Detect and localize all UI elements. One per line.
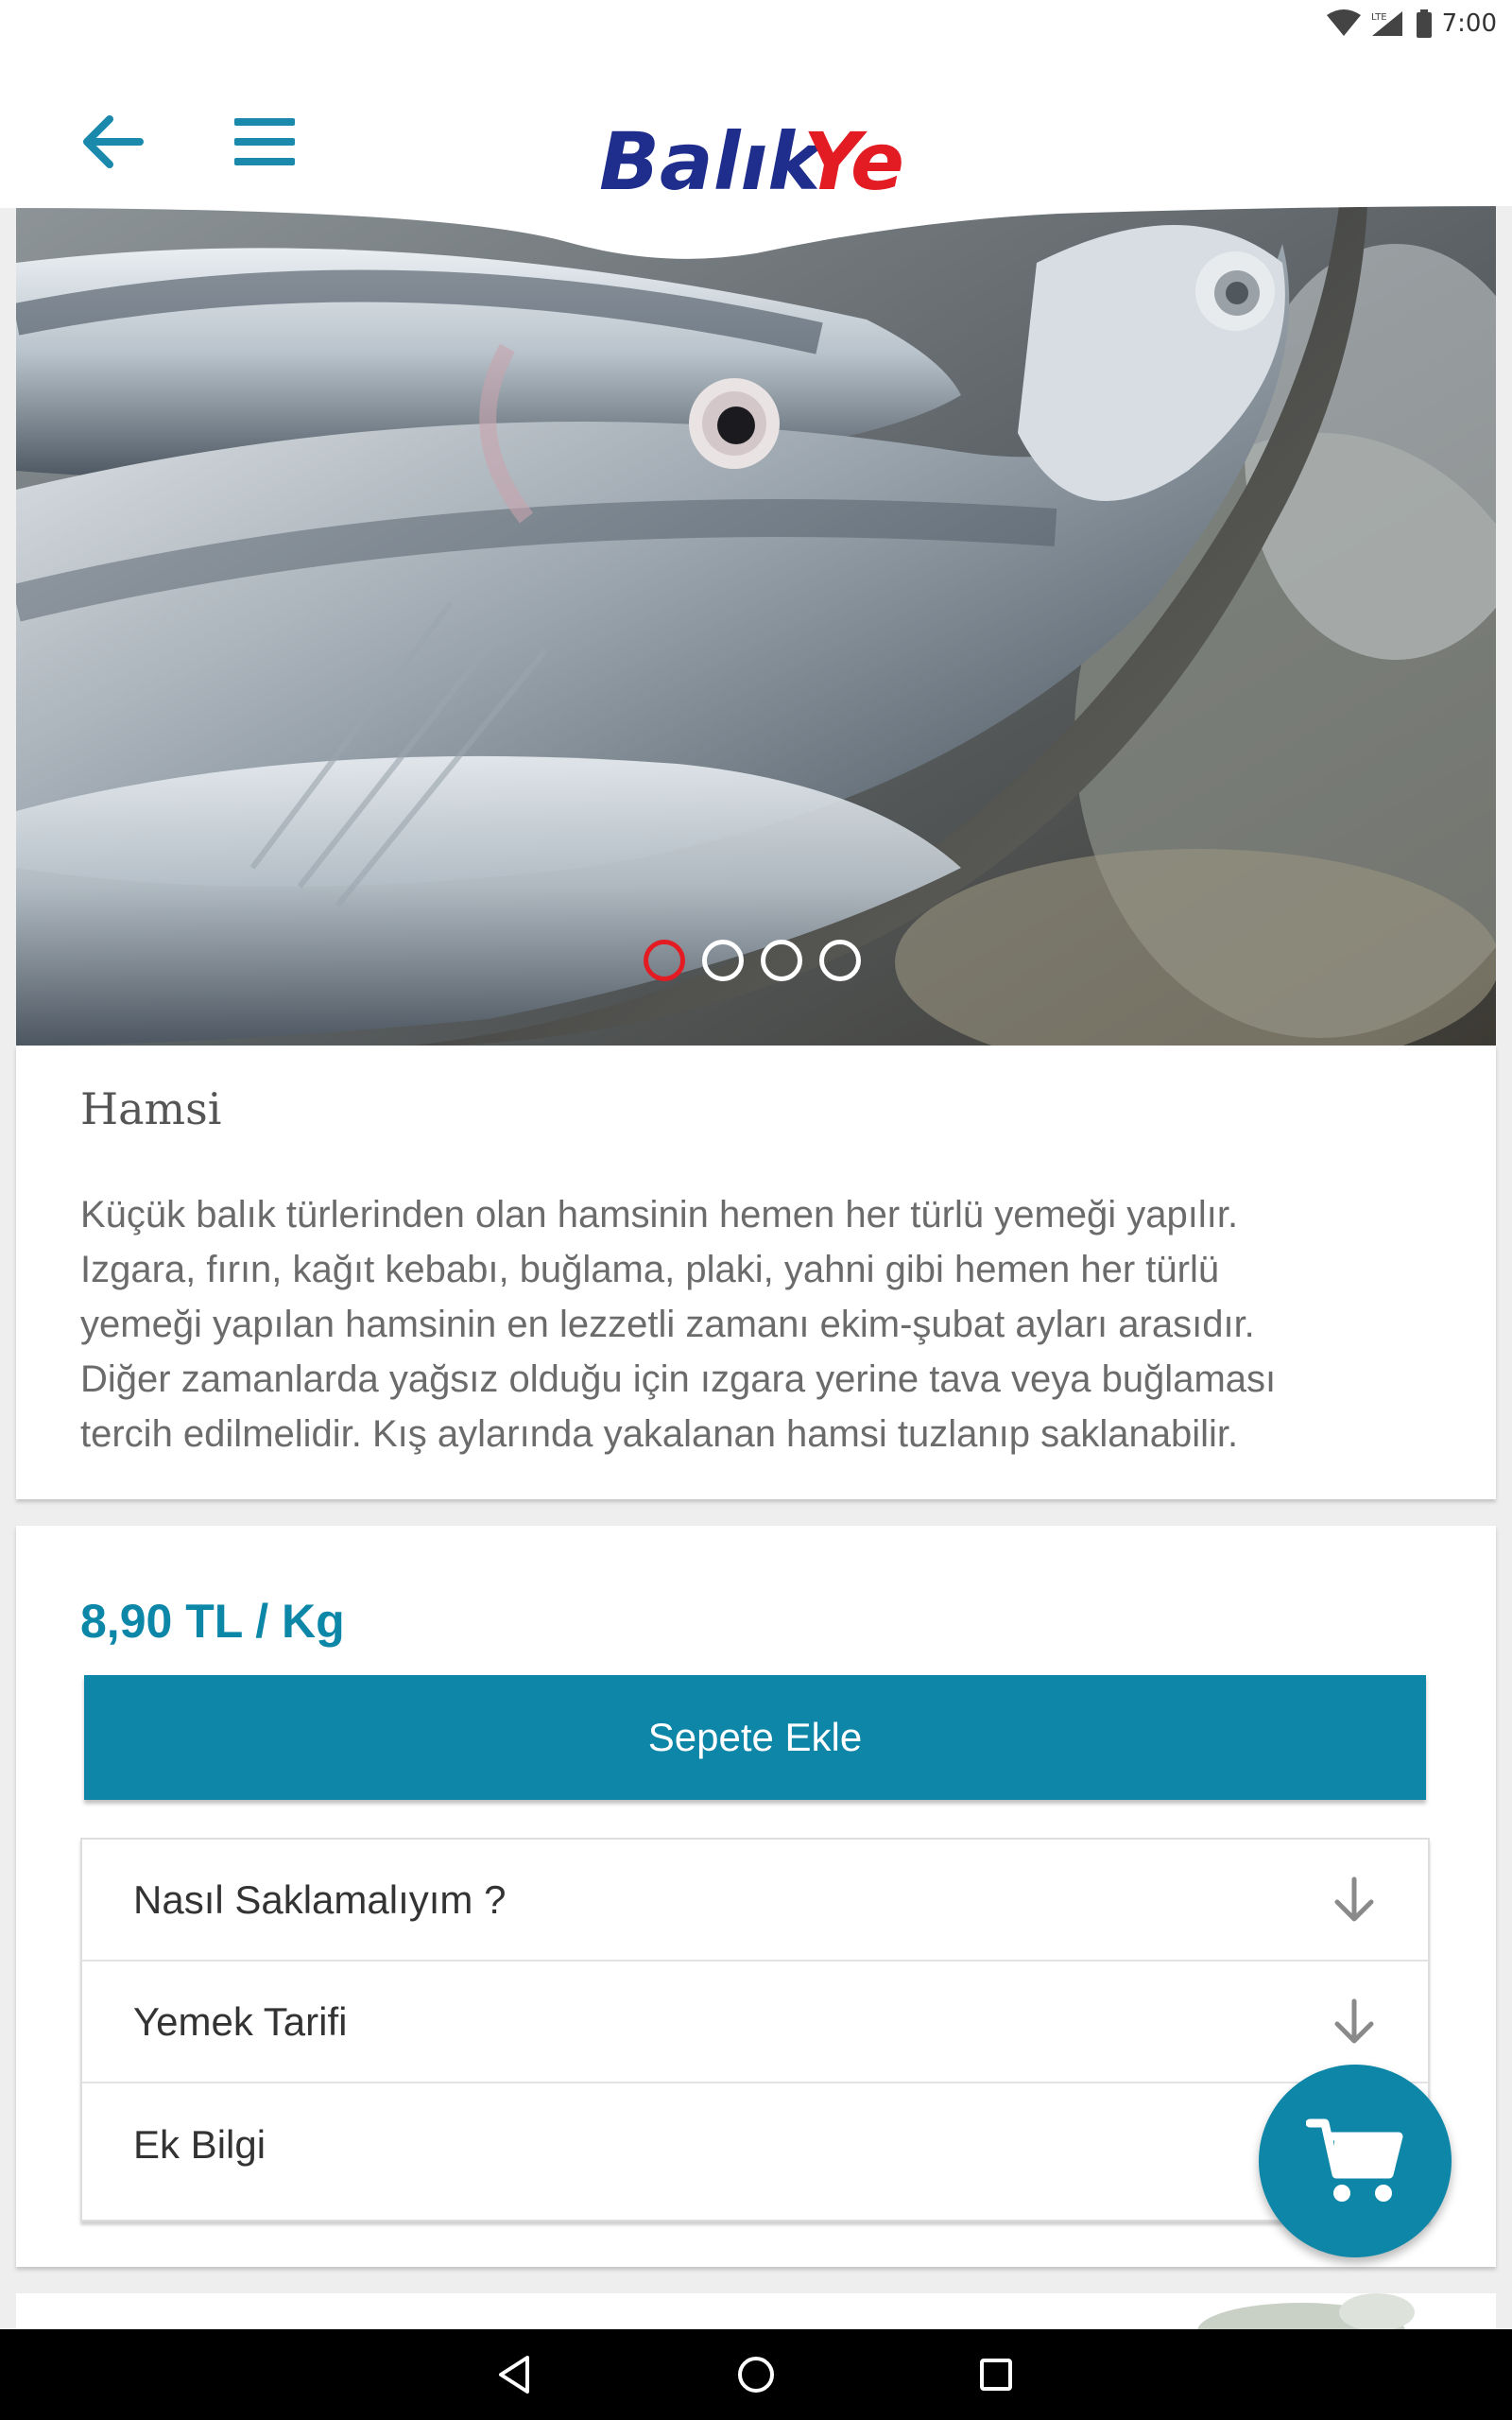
circle-home-icon <box>738 2357 774 2393</box>
status-icons: LTE 7:00 <box>1326 8 1497 40</box>
app-header: Balık Ye <box>0 47 1512 206</box>
carousel-indicators <box>16 940 1496 981</box>
carousel-dot-4[interactable] <box>819 940 861 981</box>
description-line: Izgara, fırın, kağıt kebabı, buğlama, pl… <box>80 1249 1220 1290</box>
arrow-left-icon <box>83 115 144 168</box>
cart-fab-button[interactable] <box>1259 2065 1452 2257</box>
accordion-item-extra-info[interactable]: Ek Bilgi <box>82 2083 1428 2205</box>
accordion-label: Nasıl Saklamalıyım ? <box>133 1876 507 1922</box>
shopping-cart-icon <box>1306 2118 1403 2202</box>
next-card-image <box>1197 2293 1415 2331</box>
wifi-icon <box>1326 9 1361 36</box>
network-label: LTE <box>1371 12 1387 23</box>
triangle-back-icon <box>499 2356 529 2394</box>
info-accordion: Nasıl Saklamalıyım ? Yemek Tarifi Ek Bil… <box>80 1838 1430 2221</box>
status-bar: LTE 7:00 <box>0 0 1512 47</box>
signal-icon: LTE <box>1371 11 1402 36</box>
logo-text-ye: Ye <box>803 115 904 202</box>
back-button[interactable] <box>62 104 161 180</box>
description-line: Diğer zamanlarda yağsız olduğu için ızga… <box>80 1358 1277 1400</box>
hamburger-menu-icon <box>234 118 295 165</box>
status-time: 7:00 <box>1441 9 1497 38</box>
nav-back-button[interactable] <box>467 2342 561 2407</box>
carousel-dot-1[interactable] <box>644 940 685 981</box>
accordion-label: Yemek Tarifi <box>133 1998 348 2044</box>
menu-button[interactable] <box>215 104 314 180</box>
system-navigation-bar <box>0 2329 1512 2420</box>
next-card-peek <box>16 2293 1496 2331</box>
description-line: yemeği yapılan hamsinin en lezzetli zama… <box>80 1304 1255 1345</box>
carousel-dot-2[interactable] <box>702 940 744 981</box>
accordion-item-recipe[interactable]: Yemek Tarifi <box>82 1962 1428 2083</box>
battery-icon <box>1416 9 1432 38</box>
arrow-down-icon <box>1334 1876 1374 1922</box>
nav-home-button[interactable] <box>709 2342 803 2407</box>
product-price: 8,90 TL / Kg <box>80 1595 345 1648</box>
product-image-carousel[interactable] <box>16 206 1496 1046</box>
accordion-item-storage[interactable]: Nasıl Saklamalıyım ? <box>82 1840 1428 1962</box>
carousel-dot-3[interactable] <box>761 940 802 981</box>
logo-text-balik: Balık <box>599 115 825 202</box>
product-description-card: Hamsi Küçük balık türlerinden olan hamsi… <box>16 1046 1496 1499</box>
product-title: Hamsi <box>80 1083 222 1134</box>
nav-recents-button[interactable] <box>949 2342 1043 2407</box>
accordion-label: Ek Bilgi <box>133 2121 266 2167</box>
product-description: Küçük balık türlerinden olan hamsinin he… <box>80 1187 1441 1461</box>
description-line: Küçük balık türlerinden olan hamsinin he… <box>80 1194 1239 1236</box>
product-image <box>16 206 1496 1046</box>
square-recents-icon <box>980 2359 1012 2391</box>
add-to-cart-button[interactable]: Sepete Ekle <box>84 1675 1426 1800</box>
header-wave <box>0 204 1512 259</box>
description-line: tercih edilmelidir. Kış aylarında yakala… <box>80 1413 1239 1455</box>
app-logo[interactable]: Balık Ye <box>595 98 917 202</box>
arrow-down-icon <box>1334 1998 1374 2044</box>
